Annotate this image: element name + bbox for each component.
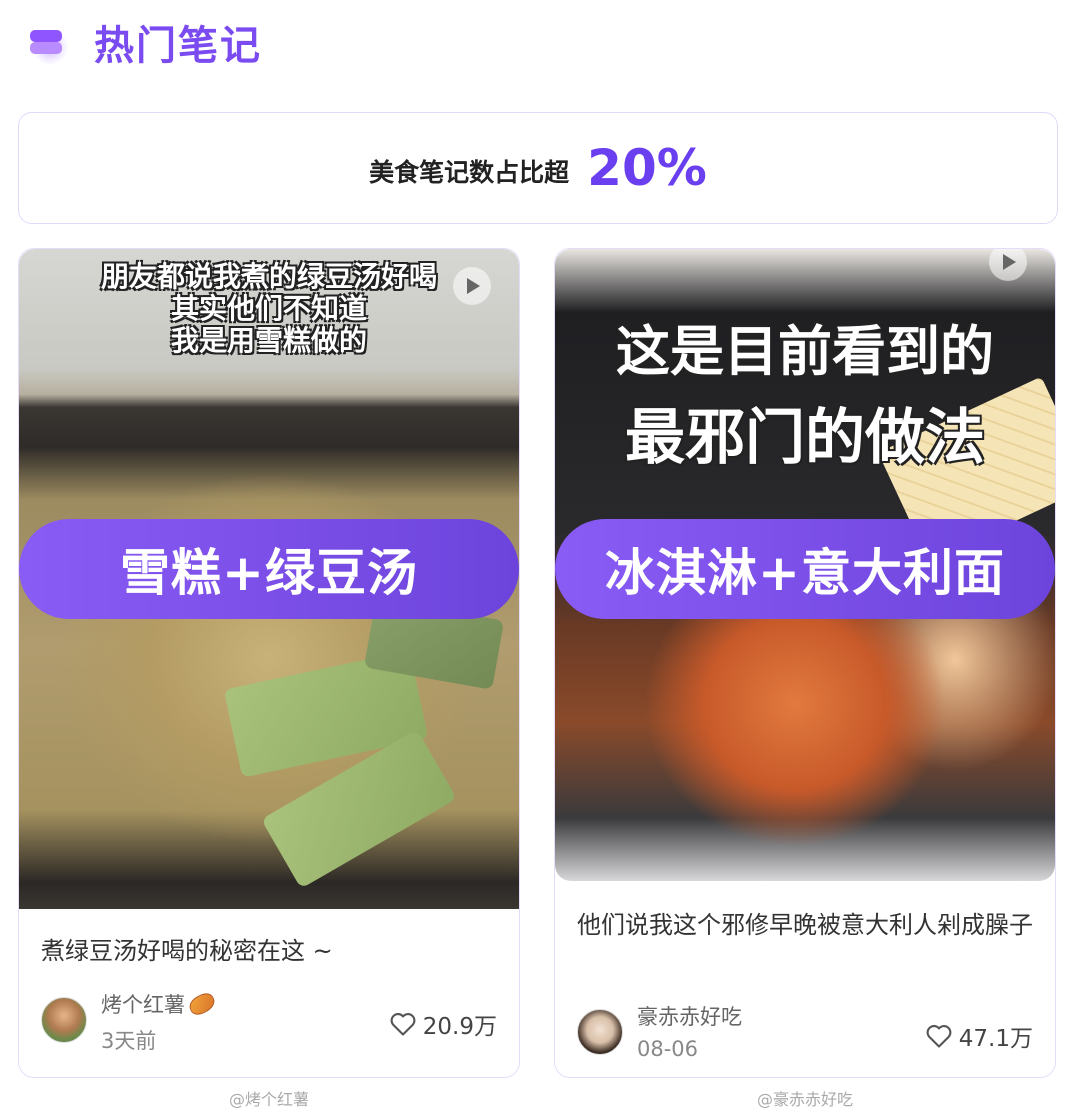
combo-banner: 雪糕+绿豆汤 [19, 519, 519, 619]
combo-banner: 冰淇淋+意大利面 [555, 519, 1055, 619]
author-row: 豪赤赤好吃 08-06 47.1万 [577, 1001, 1033, 1061]
like-button[interactable]: 20.9万 [389, 1007, 497, 1041]
stat-value: 20% [587, 139, 707, 197]
like-count: 47.1万 [958, 1026, 1033, 1052]
post-time: 3天前 [101, 1029, 157, 1053]
note-card[interactable]: 这是目前看到的 最邪门的做法 冰淇淋+意大利面 他们说我这个邪修早晚被意大利人剁… [554, 248, 1056, 1078]
avatar[interactable] [41, 997, 87, 1043]
note-title[interactable]: 他们说我这个邪修早晚被意大利人剁成臊子 [577, 905, 1033, 945]
sweet-potato-icon [186, 990, 218, 1018]
avatar[interactable] [577, 1009, 623, 1055]
like-button[interactable]: 47.1万 [925, 1019, 1033, 1053]
stat-banner: 美食笔记数占比超 20% [18, 112, 1058, 224]
section-header: 热门笔记 [26, 14, 262, 70]
thumbnail-caption: 最邪门的做法 [625, 403, 985, 473]
post-time: 08-06 [637, 1037, 699, 1061]
play-icon[interactable] [453, 267, 491, 305]
note-thumbnail[interactable]: 这是目前看到的 最邪门的做法 冰淇淋+意大利面 [555, 249, 1055, 881]
caption-line: 我是用雪糕做的 [170, 324, 367, 357]
caption-line: 其实他们不知道 [170, 292, 367, 325]
author-name-text: 烤个红薯 [101, 993, 185, 1017]
note-card[interactable]: 朋友都说我煮的绿豆汤好喝 其实他们不知道 我是用雪糕做的 雪糕+绿豆汤 煮绿豆汤… [18, 248, 520, 1078]
like-count: 20.9万 [422, 1014, 497, 1040]
layers-icon [26, 20, 70, 64]
author-name-text: 豪赤赤好吃 [637, 1005, 742, 1029]
heart-icon [390, 1013, 416, 1036]
author-name[interactable]: 豪赤赤好吃 [637, 1001, 742, 1031]
thumbnail-caption: 朋友都说我煮的绿豆汤好喝 其实他们不知道 我是用雪糕做的 [19, 261, 519, 357]
note-title[interactable]: 煮绿豆汤好喝的秘密在这 ~ [41, 931, 497, 971]
section-title: 热门笔记 [94, 23, 262, 69]
heart-icon [926, 1025, 952, 1048]
note-thumbnail[interactable]: 朋友都说我煮的绿豆汤好喝 其实他们不知道 我是用雪糕做的 雪糕+绿豆汤 [19, 249, 519, 909]
author-row: 烤个红薯 3天前 20.9万 [41, 989, 497, 1053]
thumbnail-caption: 这是目前看到的 [616, 320, 994, 383]
author-name[interactable]: 烤个红薯 [101, 989, 218, 1019]
image-credit: @豪赤赤好吃 [756, 1090, 853, 1109]
stat-label: 美食笔记数占比超 [369, 158, 570, 187]
caption-line: 朋友都说我煮的绿豆汤好喝 [100, 260, 437, 293]
image-credit: @烤个红薯 [228, 1090, 309, 1109]
